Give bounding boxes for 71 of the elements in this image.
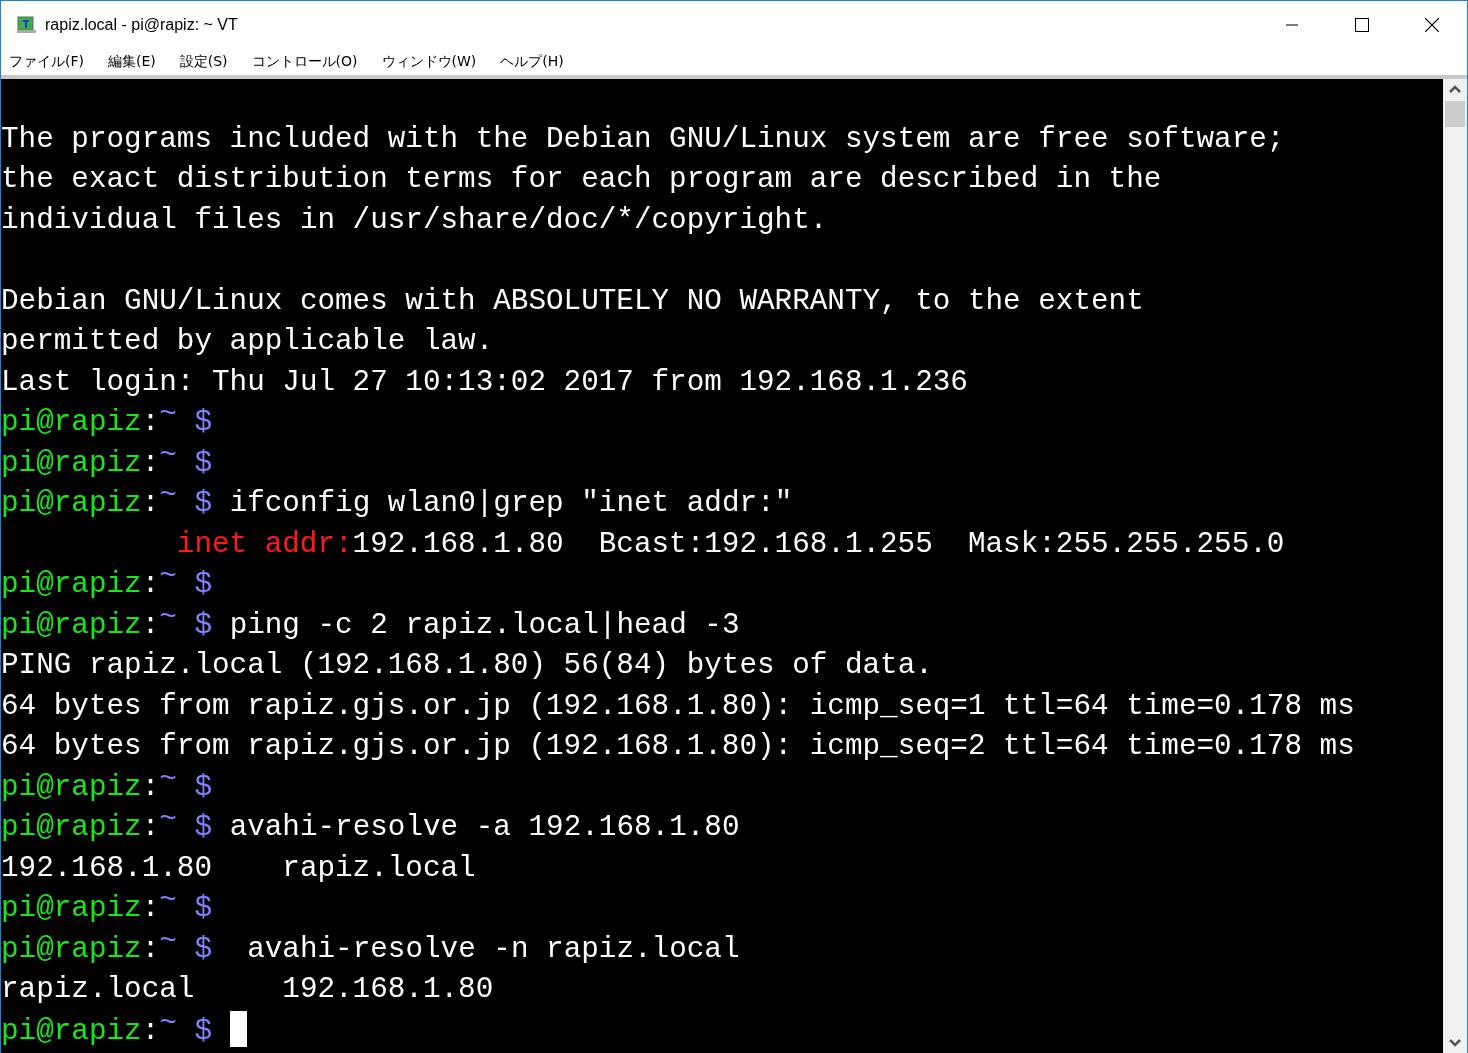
prompt-user-host: pi@rapiz xyxy=(1,811,142,844)
output-text: rapiz.local 192.168.1.80 xyxy=(1,973,494,1006)
prompt-sigil: $ xyxy=(194,406,213,439)
command-text: avahi-resolve -a 192.168.1.80 xyxy=(229,811,740,844)
output-text: permitted by applicable law. xyxy=(1,325,494,358)
prompt-user-host: pi@rapiz xyxy=(1,446,142,480)
terminal-app-icon xyxy=(17,16,37,34)
prompt-directory: ~ xyxy=(159,403,177,431)
prompt-sigil: $ xyxy=(194,487,213,520)
prompt-separator: : xyxy=(141,932,160,966)
prompt-sigil: $ xyxy=(194,1014,213,1048)
prompt-separator: : xyxy=(141,568,160,601)
prompt-user-host: pi@rapiz xyxy=(1,892,142,925)
prompt-directory: ~ xyxy=(159,767,177,796)
output-text: The programs included with the Debian GNU/Linux system are free software; xyxy=(1,122,1285,156)
prompt-user-host: pi@rapiz xyxy=(1,487,142,520)
prompt-sigil: $ xyxy=(194,446,213,480)
prompt-sigil: $ xyxy=(194,568,213,601)
output-text: Debian GNU/Linux comes with ABSOLUTELY NO WARRANTY, to the extent xyxy=(1,284,1144,318)
prompt-separator: : xyxy=(141,487,160,520)
prompt-directory: ~ xyxy=(159,929,177,958)
maximize-icon xyxy=(1355,18,1369,32)
output-text: PING rapiz.local (192.168.1.80) 56(84) bytes of data. xyxy=(1,649,933,682)
output-text: 192.168.1.80 rapiz.local xyxy=(1,851,476,885)
output-text: Last login: Thu Jul 27 10:13:02 2017 from 192.168.1.236 xyxy=(1,365,968,399)
prompt-user-host: pi@rapiz xyxy=(1,608,142,642)
prompt-separator: : xyxy=(141,1014,160,1048)
prompt-sigil: $ xyxy=(194,811,213,844)
prompt-separator: : xyxy=(141,406,160,439)
menu-item[interactable]: ファイル(F) xyxy=(7,53,86,71)
prompt-separator: : xyxy=(141,892,160,925)
prompt-directory: ~ xyxy=(159,565,177,593)
menu-item[interactable]: 設定(S) xyxy=(177,53,230,71)
highlighted-match-text: inet addr: xyxy=(176,527,353,561)
prompt-directory: ~ xyxy=(159,808,177,836)
prompt-directory: ~ xyxy=(159,484,177,512)
vertical-scrollbar[interactable] xyxy=(1443,79,1467,1053)
prompt-directory: ~ xyxy=(159,1010,177,1040)
menu-item[interactable]: ヘルプ(H) xyxy=(498,53,566,71)
prompt-directory: ~ xyxy=(159,889,177,917)
output-text: 64 bytes from rapiz.gjs.or.jp (192.168.1.80): icmp_seq=2 ttl=64 time=0.178 ms xyxy=(1,730,1355,763)
menu-item[interactable]: ウィンドウ(W) xyxy=(379,53,479,71)
prompt-separator: : xyxy=(141,446,160,480)
output-text: 64 bytes from rapiz.gjs.or.jp (192.168.1.80): icmp_seq=1 ttl=64 time=0.178 ms xyxy=(1,689,1355,723)
prompt-directory: ~ xyxy=(159,443,177,472)
prompt-sigil: $ xyxy=(194,608,213,642)
output-text: the exact distribution terms for each program are described in the xyxy=(1,163,1162,196)
prompt-sigil: $ xyxy=(194,892,213,925)
scroll-up-icon[interactable] xyxy=(1449,85,1461,93)
prompt-separator: : xyxy=(141,770,160,804)
menu-item[interactable]: 編集(E) xyxy=(106,53,158,71)
prompt-user-host: pi@rapiz xyxy=(1,568,142,601)
close-icon xyxy=(1425,18,1439,32)
prompt-user-host: pi@rapiz xyxy=(1,770,142,804)
prompt-user-host: pi@rapiz xyxy=(1,1014,142,1048)
command-text: ping -c 2 rapiz.local|head -3 xyxy=(229,608,740,642)
prompt-user-host: pi@rapiz xyxy=(1,406,142,439)
scroll-down-icon[interactable] xyxy=(1449,1039,1461,1047)
prompt-sigil: $ xyxy=(194,770,213,804)
prompt-directory: ~ xyxy=(159,605,177,634)
prompt-user-host: pi@rapiz xyxy=(1,932,142,966)
command-text: avahi-resolve -n rapiz.local xyxy=(246,932,740,966)
prompt-separator: : xyxy=(141,608,160,642)
window-title: rapiz.local - pi@rapiz: ~ VT xyxy=(45,16,238,34)
prompt-separator: : xyxy=(141,811,160,844)
scrollbar-thumb[interactable] xyxy=(1445,101,1465,127)
prompt-sigil: $ xyxy=(194,932,213,966)
menu-item[interactable]: コントロール(O) xyxy=(249,53,360,71)
command-text: ifconfig wlan0|grep "inet addr:" xyxy=(229,487,793,520)
output-text: individual files in /usr/share/doc/*/copyright. xyxy=(1,203,828,237)
output-text: 192.168.1.80 Bcast:192.168.1.255 Mask:255.255.255.0 xyxy=(352,527,1285,561)
